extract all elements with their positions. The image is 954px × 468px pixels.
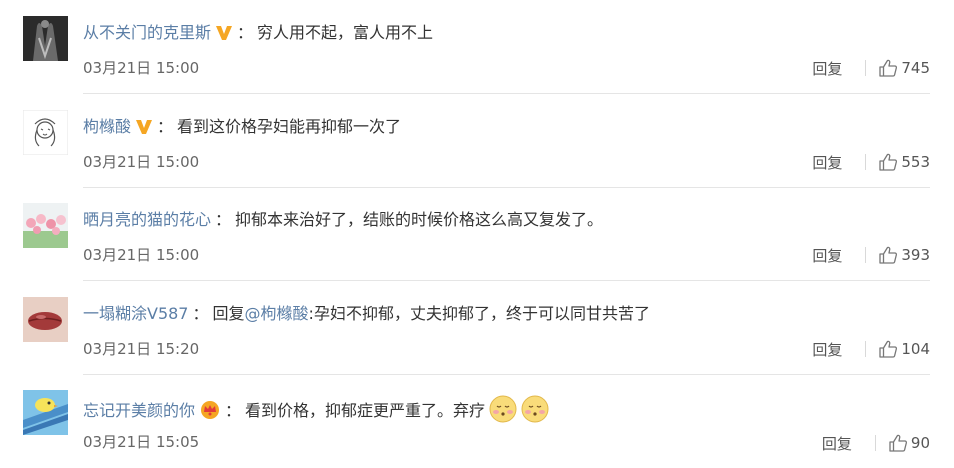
thumbs-up-icon — [879, 246, 898, 264]
like-button[interactable]: 104 — [878, 339, 930, 359]
comment-item: 忘记开美颜的你 ：看到价格，抑郁症更严重了。弃疗 03月21日 15:05 回复 … — [0, 374, 954, 468]
embarrassed-face-icon — [521, 395, 549, 430]
comment-text: 穷人用不起，富人用不上 — [257, 23, 434, 42]
like-count: 104 — [901, 340, 930, 358]
like-button[interactable]: 90 — [888, 433, 930, 453]
avatar[interactable] — [23, 297, 68, 342]
avatar[interactable] — [23, 203, 68, 248]
comment-time: 03月21日 15:00 — [83, 153, 200, 171]
comment-text: 看到价格，抑郁症更严重了。弃疗 — [245, 401, 486, 420]
avatar[interactable] — [23, 110, 68, 155]
crown-icon[interactable] — [199, 399, 221, 426]
colon: ： — [237, 23, 254, 42]
reply-prefix: 回复 — [212, 304, 245, 323]
like-button[interactable]: 745 — [878, 58, 930, 78]
separator — [865, 247, 867, 263]
comment-actions: 回复 104 — [812, 338, 930, 360]
verified-v-icon[interactable] — [135, 118, 153, 142]
embarrassed-face-icon — [489, 395, 517, 430]
comment-time: 03月21日 15:20 — [83, 340, 200, 358]
colon: ： — [192, 304, 209, 323]
comment-text: 抑郁本来治好了，结账的时候价格这么高又复发了。 — [235, 210, 604, 229]
comment-actions: 回复 393 — [812, 244, 930, 266]
colon: ： — [157, 117, 174, 136]
colon: ： — [215, 210, 232, 229]
like-count: 745 — [901, 59, 930, 77]
avatar[interactable] — [23, 16, 68, 61]
reply-button[interactable]: 回复 — [812, 245, 842, 266]
like-count: 553 — [901, 153, 930, 171]
reply-button[interactable]: 回复 — [822, 433, 852, 454]
like-button[interactable]: 553 — [878, 152, 930, 172]
colon: ： — [225, 401, 242, 420]
username[interactable]: 忘记开美颜的你 — [83, 401, 195, 420]
reply-button[interactable]: 回复 — [812, 339, 842, 360]
comment-text: :孕妇不抑郁，丈夫抑郁了，终于可以同甘共苦了 — [308, 304, 650, 323]
thumbs-up-icon — [889, 434, 907, 452]
comment-actions: 回复 90 — [822, 432, 930, 454]
separator — [865, 60, 867, 76]
thumbs-up-icon — [879, 59, 898, 77]
username[interactable]: 枸橼酸 — [83, 117, 131, 136]
comment-text: 看到这价格孕妇能再抑郁一次了 — [177, 117, 402, 136]
comment-item: 从不关门的克里斯 ：穷人用不起，富人用不上 03月21日 15:00 回复 745 — [0, 0, 954, 94]
comment-time: 03月21日 15:05 — [83, 433, 200, 451]
username[interactable]: 一塌糊涂V587 — [83, 304, 189, 323]
comment-time: 03月21日 15:00 — [83, 246, 200, 264]
comment-item: 晒月亮的猫的花心：抑郁本来治好了，结账的时候价格这么高又复发了。 03月21日 … — [0, 187, 954, 281]
mention-link[interactable]: @枸橼酸 — [245, 304, 309, 323]
separator — [865, 341, 867, 357]
thumbs-up-icon — [879, 340, 898, 358]
username[interactable]: 从不关门的克里斯 — [83, 23, 211, 42]
like-button[interactable]: 393 — [878, 245, 930, 265]
comment-item: 枸橼酸 ：看到这价格孕妇能再抑郁一次了 03月21日 15:00 回复 553 — [0, 94, 954, 188]
comment-actions: 回复 745 — [812, 57, 930, 79]
separator — [865, 154, 867, 170]
verified-v-icon[interactable] — [215, 24, 233, 48]
username[interactable]: 晒月亮的猫的花心 — [83, 210, 211, 229]
comment-list: 从不关门的克里斯：穷人用不起，富人用不上 03月21日 15:00 回复 745… — [0, 0, 954, 463]
comment-item: 一塌糊涂V587：回复@枸橼酸:孕妇不抑郁，丈夫抑郁了，终于可以同甘共苦了 03… — [0, 281, 954, 375]
comment-time: 03月21日 15:00 — [83, 59, 200, 77]
reply-button[interactable]: 回复 — [812, 58, 842, 79]
thumbs-up-icon — [879, 153, 898, 171]
like-count: 90 — [910, 434, 930, 452]
comment-actions: 回复 553 — [812, 151, 930, 173]
reply-button[interactable]: 回复 — [812, 152, 842, 173]
avatar[interactable] — [23, 390, 68, 435]
like-count: 393 — [901, 246, 930, 264]
separator — [874, 435, 876, 451]
